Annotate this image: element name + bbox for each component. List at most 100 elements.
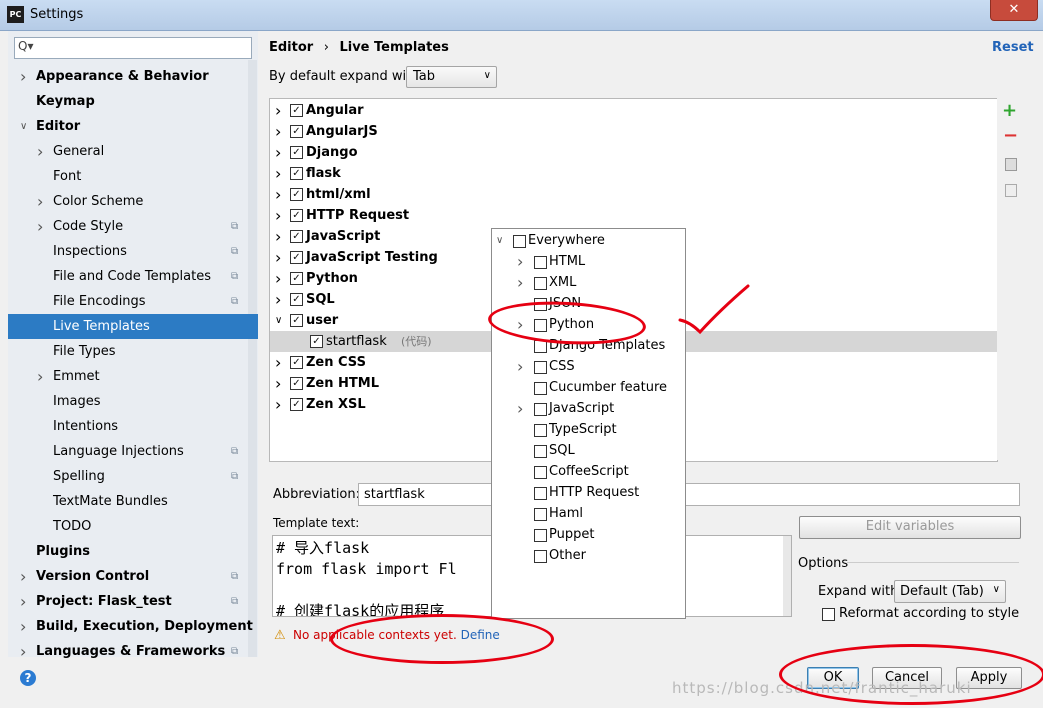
template-checkbox[interactable]: ✓	[290, 167, 303, 180]
template-checkbox[interactable]: ✓	[290, 293, 303, 306]
sidebar-item-textmate-bundles[interactable]: TextMate Bundles	[8, 489, 258, 514]
chevron-right-icon[interactable]: ›	[275, 226, 281, 247]
chevron-down-icon[interactable]: ∨	[496, 230, 503, 251]
context-item-coffeescript[interactable]: CoffeeScript	[492, 461, 685, 482]
context-item-css[interactable]: › CSS	[492, 356, 685, 377]
context-item-sql[interactable]: SQL	[492, 440, 685, 461]
sidebar-item-build-execution-deployment[interactable]: › Build, Execution, Deployment	[8, 614, 258, 639]
context-item-other[interactable]: Other	[492, 545, 685, 566]
template-checkbox[interactable]: ✓	[290, 356, 303, 369]
template-checkbox[interactable]: ✓	[290, 188, 303, 201]
template-checkbox[interactable]: ✓	[290, 377, 303, 390]
template-group-django[interactable]: › ✓ Django	[270, 142, 997, 163]
sidebar-item-emmet[interactable]: › Emmet	[8, 364, 258, 389]
chevron-right-icon[interactable]: ›	[37, 364, 43, 389]
sidebar-item-editor[interactable]: ∨ Editor	[8, 114, 258, 139]
context-item-javascript[interactable]: › JavaScript	[492, 398, 685, 419]
chevron-right-icon[interactable]: ›	[37, 139, 43, 164]
sidebar-item-todo[interactable]: TODO	[8, 514, 258, 539]
context-item-everywhere[interactable]: ∨ Everywhere	[492, 230, 685, 251]
context-checkbox[interactable]	[534, 445, 547, 458]
template-checkbox[interactable]: ✓	[290, 209, 303, 222]
chevron-right-icon[interactable]: ›	[275, 268, 281, 289]
chevron-right-icon[interactable]: ›	[275, 184, 281, 205]
expand-with-dropdown[interactable]: Tab ∨	[406, 66, 497, 88]
sidebar-item-keymap[interactable]: Keymap	[8, 89, 258, 114]
context-checkbox[interactable]	[534, 361, 547, 374]
sidebar-item-file-and-code-templates[interactable]: File and Code Templates ⧉	[8, 264, 258, 289]
abbreviation-input[interactable]: startflask	[358, 483, 1020, 506]
template-checkbox[interactable]: ✓	[290, 230, 303, 243]
chevron-right-icon[interactable]: ›	[275, 121, 281, 142]
chevron-right-icon[interactable]: ›	[517, 398, 523, 419]
template-checkbox[interactable]: ✓	[290, 398, 303, 411]
context-checkbox[interactable]	[534, 487, 547, 500]
template-checkbox[interactable]: ✓	[290, 251, 303, 264]
sidebar-item-live-templates[interactable]: Live Templates	[8, 314, 258, 339]
template-group-html-xml[interactable]: › ✓ html/xml	[270, 184, 997, 205]
sidebar-item-code-style[interactable]: › Code Style ⧉	[8, 214, 258, 239]
chevron-right-icon[interactable]: ›	[275, 289, 281, 310]
remove-icon[interactable]: −	[1003, 125, 1018, 146]
template-group-http-request[interactable]: › ✓ HTTP Request	[270, 205, 997, 226]
sidebar-item-project-flask-test[interactable]: › Project: Flask_test ⧉	[8, 589, 258, 614]
sidebar-item-language-injections[interactable]: Language Injections ⧉	[8, 439, 258, 464]
template-group-flask[interactable]: › ✓ flask	[270, 163, 997, 184]
template-expand-dropdown[interactable]: Default (Tab) ∨	[894, 580, 1006, 603]
context-item-typescript[interactable]: TypeScript	[492, 419, 685, 440]
chevron-right-icon[interactable]: ›	[275, 373, 281, 394]
context-checkbox[interactable]	[534, 508, 547, 521]
chevron-right-icon[interactable]: ›	[275, 352, 281, 373]
edit-variables-button[interactable]: Edit variables	[799, 516, 1021, 539]
template-checkbox[interactable]: ✓	[290, 125, 303, 138]
sidebar-item-file-encodings[interactable]: File Encodings ⧉	[8, 289, 258, 314]
sidebar-item-images[interactable]: Images	[8, 389, 258, 414]
context-checkbox[interactable]	[534, 550, 547, 563]
sidebar-item-font[interactable]: Font	[8, 164, 258, 189]
chevron-down-icon[interactable]: ∨	[20, 114, 27, 139]
context-checkbox[interactable]	[534, 403, 547, 416]
sidebar-item-spelling[interactable]: Spelling ⧉	[8, 464, 258, 489]
sidebar-item-version-control[interactable]: › Version Control ⧉	[8, 564, 258, 589]
chevron-right-icon[interactable]: ›	[37, 189, 43, 214]
sidebar-item-color-scheme[interactable]: › Color Scheme	[8, 189, 258, 214]
context-checkbox[interactable]	[534, 424, 547, 437]
reset-link[interactable]: Reset	[992, 40, 1034, 55]
settings-search-input[interactable]: Q▾	[14, 37, 252, 59]
template-group-angularjs[interactable]: › ✓ AngularJS	[270, 121, 997, 142]
context-item-html[interactable]: › HTML	[492, 251, 685, 272]
chevron-right-icon[interactable]: ›	[275, 142, 281, 163]
chevron-right-icon[interactable]: ›	[20, 64, 26, 89]
add-icon[interactable]: +	[1002, 100, 1017, 121]
sidebar-item-plugins[interactable]: Plugins	[8, 539, 258, 564]
context-checkbox[interactable]	[534, 382, 547, 395]
close-window-button[interactable]: ✕	[990, 0, 1038, 21]
chevron-right-icon[interactable]: ›	[275, 247, 281, 268]
chevron-right-icon[interactable]: ›	[517, 272, 523, 293]
context-item-http-request[interactable]: HTTP Request	[492, 482, 685, 503]
template-checkbox[interactable]: ✓	[290, 314, 303, 327]
chevron-right-icon[interactable]: ›	[517, 251, 523, 272]
context-checkbox[interactable]	[534, 277, 547, 290]
context-checkbox[interactable]	[534, 529, 547, 542]
template-checkbox[interactable]: ✓	[310, 335, 323, 348]
description-icon[interactable]	[1005, 184, 1017, 197]
context-checkbox[interactable]	[534, 256, 547, 269]
chevron-right-icon[interactable]: ›	[20, 639, 26, 664]
sidebar-item-inspections[interactable]: Inspections ⧉	[8, 239, 258, 264]
context-item-xml[interactable]: › XML	[492, 272, 685, 293]
sidebar-item-intentions[interactable]: Intentions	[8, 414, 258, 439]
sidebar-item-general[interactable]: › General	[8, 139, 258, 164]
template-group-angular[interactable]: › ✓ Angular	[270, 100, 997, 121]
reformat-checkbox[interactable]	[822, 608, 835, 621]
breadcrumb-editor[interactable]: Editor	[269, 40, 313, 55]
context-checkbox[interactable]	[534, 466, 547, 479]
chevron-right-icon[interactable]: ›	[20, 614, 26, 639]
context-item-puppet[interactable]: Puppet	[492, 524, 685, 545]
sidebar-item-languages-frameworks[interactable]: › Languages & Frameworks ⧉	[8, 639, 258, 664]
chevron-right-icon[interactable]: ›	[37, 214, 43, 239]
chevron-right-icon[interactable]: ›	[275, 163, 281, 184]
context-item-haml[interactable]: Haml	[492, 503, 685, 524]
chevron-down-icon[interactable]: ∨	[275, 310, 282, 331]
context-checkbox[interactable]	[513, 235, 526, 248]
